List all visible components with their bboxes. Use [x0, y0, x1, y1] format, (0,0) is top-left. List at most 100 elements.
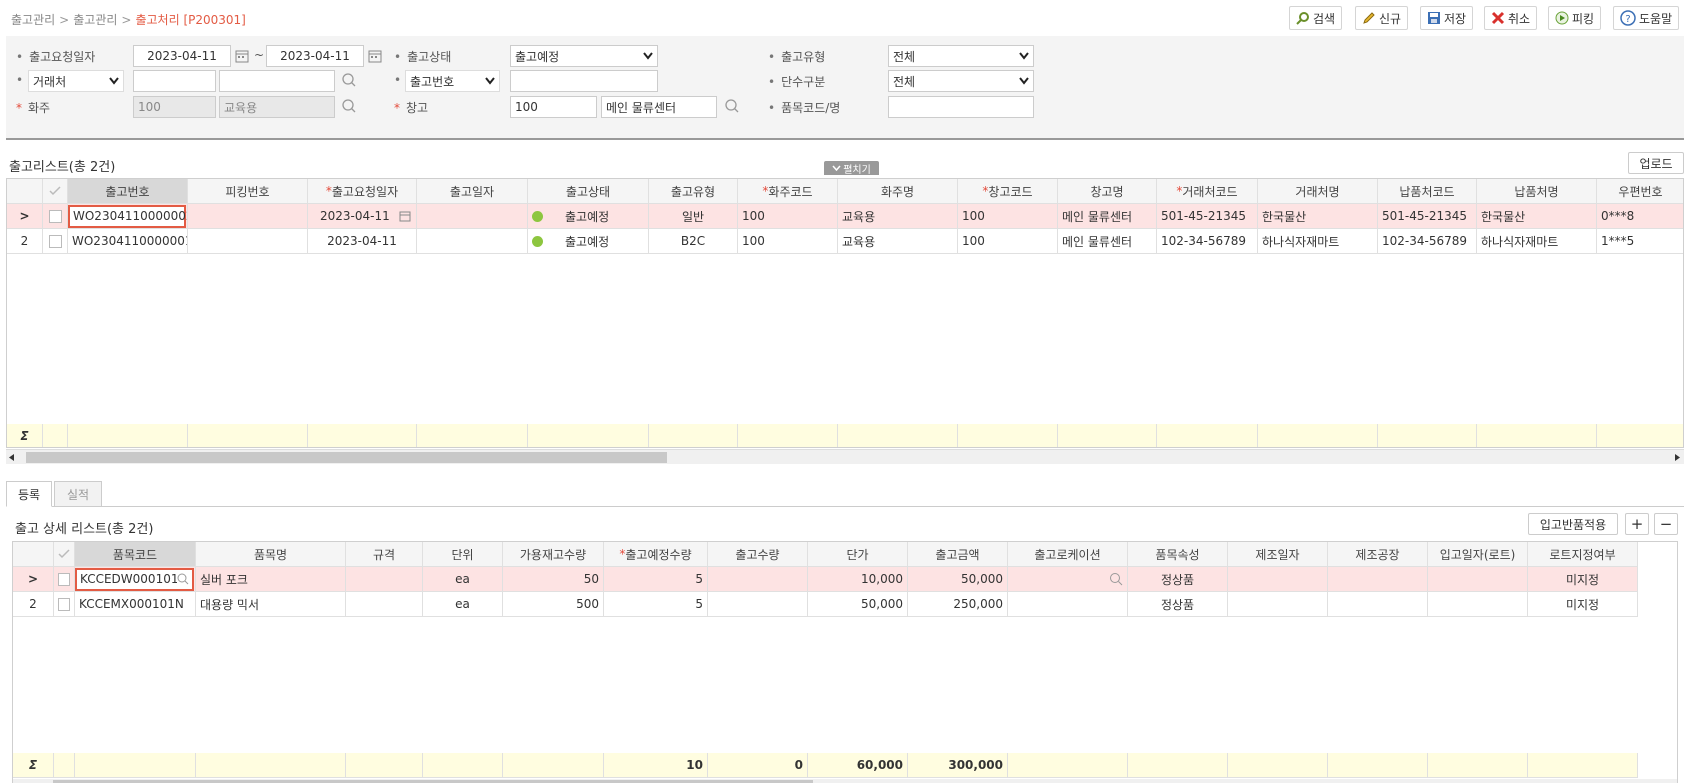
owner-code-cell[interactable]: 100: [738, 204, 838, 229]
item-name-cell[interactable]: 대용량 믹서: [196, 592, 346, 617]
cancel-button[interactable]: 취소: [1484, 6, 1538, 30]
date-to-input[interactable]: 2023-04-11: [266, 45, 364, 67]
date-from-input[interactable]: 2023-04-11: [133, 45, 231, 67]
col-header[interactable]: 단위: [423, 542, 503, 567]
item-code-cell[interactable]: KCCEDW000101: [75, 567, 196, 592]
out-qty-cell[interactable]: [708, 592, 808, 617]
col-header[interactable]: 제조일자: [1228, 542, 1328, 567]
owner-name-cell[interactable]: 교육용: [838, 229, 958, 254]
expand-filter-button[interactable]: 펼치기: [824, 161, 879, 176]
table-row[interactable]: 2 KCCEMX000101N 대용량 믹서 ea 500 5 50,000 2…: [13, 592, 1638, 617]
col-header[interactable]: 화주명: [838, 179, 958, 204]
col-header[interactable]: 출고유형: [649, 179, 738, 204]
check-all-checkbox[interactable]: [54, 542, 75, 567]
breadcrumb-item[interactable]: 출고관리: [11, 13, 55, 27]
lot-cell[interactable]: 미지정: [1528, 567, 1638, 592]
dest-code-cell[interactable]: 501-45-21345: [1378, 204, 1477, 229]
spec-cell[interactable]: [346, 592, 423, 617]
out-number-cell[interactable]: WO2304110000001: [68, 229, 188, 254]
horizontal-scrollbar[interactable]: [6, 449, 1684, 464]
apply-return-button[interactable]: 입고반품적용: [1528, 513, 1618, 535]
col-header[interactable]: 제조공장: [1328, 542, 1428, 567]
remove-row-button[interactable]: −: [1654, 513, 1678, 535]
col-header[interactable]: 피킹번호: [188, 179, 308, 204]
warehouse-code-input[interactable]: 100: [510, 96, 597, 118]
picking-button[interactable]: 피킹: [1548, 6, 1602, 30]
row-checkbox[interactable]: [43, 229, 68, 254]
col-header[interactable]: 거래처명: [1258, 179, 1378, 204]
warehouse-name-cell[interactable]: 메인 물류센터: [1058, 204, 1157, 229]
search-icon[interactable]: [177, 573, 189, 585]
plan-qty-cell[interactable]: 5: [604, 567, 708, 592]
out-number-input[interactable]: [510, 70, 658, 92]
dest-name-cell[interactable]: 한국물산: [1477, 204, 1597, 229]
amount-cell[interactable]: 50,000: [908, 567, 1008, 592]
col-header[interactable]: 규격: [346, 542, 423, 567]
col-header[interactable]: 로트지정여부: [1528, 542, 1638, 567]
unit-cell[interactable]: ea: [423, 567, 503, 592]
table-row[interactable]: > KCCEDW000101 실버 포크 ea 50 5 10,000 50,0…: [13, 567, 1638, 592]
item-attr-cell[interactable]: 정상품: [1128, 567, 1228, 592]
type-select[interactable]: 전체: [888, 45, 1034, 67]
picking-number-cell[interactable]: [188, 204, 308, 229]
out-date-cell[interactable]: [417, 204, 528, 229]
partner-name-cell[interactable]: 한국물산: [1258, 204, 1378, 229]
status-cell[interactable]: 출고예정: [528, 204, 649, 229]
warehouse-code-cell[interactable]: 100: [958, 204, 1058, 229]
owner-code-cell[interactable]: 100: [738, 229, 838, 254]
col-header[interactable]: 창고명: [1058, 179, 1157, 204]
col-header[interactable]: 출고수량: [708, 542, 808, 567]
col-header[interactable]: * 화주코드: [738, 179, 838, 204]
col-header[interactable]: 입고일자(로트): [1428, 542, 1528, 567]
picking-number-cell[interactable]: [188, 229, 308, 254]
col-header[interactable]: 단가: [808, 542, 908, 567]
col-header[interactable]: 출고금액: [908, 542, 1008, 567]
check-all-checkbox[interactable]: [43, 179, 68, 204]
number-search-type-select[interactable]: 출고번호: [405, 70, 500, 92]
plan-qty-cell[interactable]: 5: [604, 592, 708, 617]
price-cell[interactable]: 10,000: [808, 567, 908, 592]
partner-name-input[interactable]: [219, 70, 335, 92]
breadcrumb-item[interactable]: 출고관리: [73, 13, 117, 27]
zip-cell[interactable]: 0***8: [1597, 204, 1683, 229]
table-row[interactable]: > WO2304110000002 2023-04-11 출고예정 일반 100…: [7, 204, 1683, 229]
search-icon[interactable]: [723, 98, 741, 116]
location-cell[interactable]: [1008, 567, 1128, 592]
owner-name-cell[interactable]: 교육용: [838, 204, 958, 229]
mfg-date-cell[interactable]: [1228, 567, 1328, 592]
location-cell[interactable]: [1008, 592, 1128, 617]
help-button[interactable]: ? 도움말: [1613, 6, 1680, 30]
partner-code-cell[interactable]: 501-45-21345: [1157, 204, 1258, 229]
partner-search-type-select[interactable]: 거래처: [28, 70, 124, 92]
partner-code-input[interactable]: [133, 70, 216, 92]
in-date-cell[interactable]: [1428, 567, 1528, 592]
horizontal-scrollbar[interactable]: [13, 779, 1677, 783]
warehouse-code-cell[interactable]: 100: [958, 229, 1058, 254]
dest-code-cell[interactable]: 102-34-56789: [1378, 229, 1477, 254]
col-header[interactable]: * 출고요청일자: [308, 179, 417, 204]
mfg-date-cell[interactable]: [1228, 592, 1328, 617]
zip-cell[interactable]: 1***5: [1597, 229, 1683, 254]
price-cell[interactable]: 50,000: [808, 592, 908, 617]
warehouse-name-input[interactable]: 메인 물류센터: [601, 96, 717, 118]
unit-select[interactable]: 전체: [888, 70, 1034, 92]
item-code-cell[interactable]: KCCEMX000101N: [75, 592, 196, 617]
row-checkbox[interactable]: [54, 592, 75, 617]
avail-qty-cell[interactable]: 50: [503, 567, 604, 592]
unit-cell[interactable]: ea: [423, 592, 503, 617]
calendar-icon[interactable]: [398, 209, 412, 223]
warehouse-name-cell[interactable]: 메인 물류센터: [1058, 229, 1157, 254]
add-row-button[interactable]: +: [1625, 513, 1649, 535]
partner-code-cell[interactable]: 102-34-56789: [1157, 229, 1258, 254]
tab-result[interactable]: 실적: [54, 481, 102, 507]
in-date-cell[interactable]: [1428, 592, 1528, 617]
factory-cell[interactable]: [1328, 567, 1428, 592]
col-header[interactable]: 우편번호: [1597, 179, 1683, 204]
type-cell[interactable]: B2C: [649, 229, 738, 254]
scroll-right-icon[interactable]: [1673, 453, 1681, 462]
out-number-cell[interactable]: WO2304110000002: [68, 204, 188, 229]
item-input[interactable]: [888, 96, 1034, 118]
item-name-cell[interactable]: 실버 포크: [196, 567, 346, 592]
calendar-icon[interactable]: [366, 47, 384, 65]
search-icon[interactable]: [340, 98, 358, 116]
